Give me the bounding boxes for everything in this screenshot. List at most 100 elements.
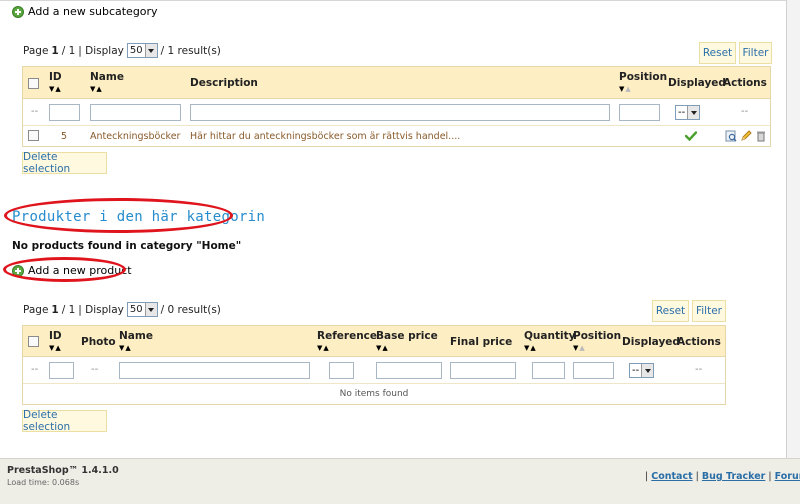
id-filter-input[interactable]	[49, 362, 74, 379]
per-page-value: 50	[129, 45, 143, 56]
subcategory-pager: Page 1 / 1 | Display 50 / 1 result(s)	[23, 43, 221, 58]
filter-placeholder: --	[31, 106, 39, 117]
sort-arrows-icon[interactable]: ▼▲	[524, 344, 537, 352]
checkmark-icon[interactable]	[685, 131, 697, 141]
add-subcategory-label: Add a new subcategory	[28, 5, 158, 18]
displayed-filter-value: --	[678, 107, 686, 118]
pager-page-label: Page	[23, 44, 49, 57]
pager-page-number: 1	[51, 44, 59, 57]
filter-button[interactable]: Filter	[739, 42, 772, 64]
delete-selection-button[interactable]: Delete selection	[22, 151, 107, 175]
footer-load-time: Load time: 0.068s	[7, 478, 80, 487]
footer-separator: |	[768, 471, 772, 482]
pager-page-number: 1	[51, 303, 59, 316]
sort-arrows-icon[interactable]: ▼▲	[49, 85, 62, 93]
reset-button[interactable]: Reset	[699, 42, 736, 64]
reference-filter-input[interactable]	[329, 362, 354, 379]
pager-page-total: / 1	[61, 303, 76, 316]
col-photo: Photo	[81, 336, 116, 348]
chevron-down-icon	[641, 364, 654, 377]
contact-link[interactable]: Contact	[651, 471, 692, 482]
filter-placeholder: --	[31, 364, 39, 375]
filter-row: -- -- -- --	[23, 357, 725, 384]
pager-page-label: Page	[23, 303, 49, 316]
displayed-filter-value: --	[632, 365, 640, 376]
filter-placeholder: --	[741, 106, 749, 117]
sort-arrows-icon[interactable]: ▼▲	[376, 344, 389, 352]
id-filter-input[interactable]	[49, 104, 80, 121]
annotation-circle	[3, 257, 126, 282]
chevron-down-icon	[144, 44, 157, 57]
footer-brand: PrestaShop™ 1.4.1.0	[7, 465, 119, 476]
table-row[interactable]: 5 Anteckningsböcker Här hittar du anteck…	[23, 126, 770, 146]
reset-button[interactable]: Reset	[652, 300, 689, 322]
footer-links: | Contact | Bug Tracker | Forum	[645, 471, 800, 482]
base-price-filter-input[interactable]	[376, 362, 442, 379]
per-page-select[interactable]: 50	[126, 302, 158, 317]
delete-selection-button[interactable]: Delete selection	[22, 409, 107, 433]
empty-products-message: No products found in category "Home"	[12, 240, 242, 252]
bug-tracker-link[interactable]: Bug Tracker	[702, 471, 765, 482]
col-final-price: Final price	[450, 336, 513, 348]
add-subcategory-link[interactable]: Add a new subcategory	[12, 5, 158, 18]
sort-arrows-icon[interactable]: ▼▲	[49, 344, 62, 352]
displayed-filter-select[interactable]: --	[675, 105, 701, 120]
filter-row: -- -- --	[23, 99, 770, 126]
final-price-filter-input[interactable]	[450, 362, 516, 379]
select-all-checkbox[interactable]	[28, 78, 39, 89]
position-filter-input[interactable]	[619, 104, 660, 121]
products-table: ID ▼▲ Photo Name ▼▲ Reference ▼▲ Base pr…	[22, 325, 726, 405]
col-description: Description	[190, 77, 258, 89]
row-description: Här hittar du anteckningsböcker som är r…	[190, 131, 461, 142]
pager-page-total: / 1	[61, 44, 76, 57]
forum-link[interactable]: Forum	[775, 471, 800, 482]
pager-results: / 1 result(s)	[160, 44, 221, 57]
row-id: 5	[61, 131, 68, 142]
products-pager: Page 1 / 1 | Display 50 / 0 result(s)	[23, 302, 221, 317]
footer-separator: |	[695, 471, 699, 482]
sort-arrows-icon[interactable]: ▼▲	[317, 344, 330, 352]
col-name: Name	[119, 330, 153, 342]
per-page-value: 50	[129, 304, 143, 315]
per-page-select[interactable]: 50	[126, 43, 158, 58]
col-displayed: Displayed	[622, 336, 680, 348]
top-divider	[0, 0, 787, 1]
sort-arrows-icon[interactable]: ▼▲	[573, 344, 586, 352]
select-all-checkbox[interactable]	[28, 336, 39, 347]
table-header: ID ▼▲ Name ▼▲ Description Position ▼▲ Di…	[23, 67, 770, 99]
name-filter-input[interactable]	[90, 104, 181, 121]
chevron-down-icon	[144, 303, 157, 316]
description-filter-input[interactable]	[190, 104, 610, 121]
sort-arrows-icon[interactable]: ▼▲	[119, 344, 132, 352]
col-actions: Actions	[677, 336, 721, 348]
name-filter-input[interactable]	[119, 362, 310, 379]
sort-arrows-icon[interactable]: ▼▲	[90, 85, 103, 93]
subcategory-table: ID ▼▲ Name ▼▲ Description Position ▼▲ Di…	[22, 66, 771, 147]
no-items-message: No items found	[339, 389, 409, 399]
row-checkbox[interactable]	[28, 130, 39, 141]
col-quantity: Quantity	[524, 330, 576, 342]
footer: PrestaShop™ 1.4.1.0 Load time: 0.068s | …	[0, 458, 800, 504]
quantity-filter-input[interactable]	[532, 362, 565, 379]
pager-results: / 0 result(s)	[160, 303, 221, 316]
annotation-circle	[4, 198, 233, 233]
col-position: Position	[573, 330, 622, 342]
filter-button[interactable]: Filter	[692, 300, 726, 322]
view-icon[interactable]	[725, 130, 737, 142]
table-header: ID ▼▲ Photo Name ▼▲ Reference ▼▲ Base pr…	[23, 326, 725, 357]
trash-icon[interactable]	[755, 130, 767, 142]
col-id: ID	[49, 71, 62, 83]
row-name[interactable]: Anteckningsböcker	[90, 131, 180, 142]
footer-separator: |	[645, 471, 649, 482]
col-position: Position	[619, 71, 668, 83]
col-id: ID	[49, 330, 62, 342]
displayed-filter-select[interactable]: --	[629, 363, 655, 378]
edit-pencil-icon[interactable]	[740, 130, 752, 142]
chevron-down-icon	[687, 106, 700, 119]
filter-placeholder: --	[91, 364, 99, 375]
page-scrollbar[interactable]	[787, 0, 800, 458]
pager-display-label: | Display	[78, 303, 124, 316]
position-filter-input[interactable]	[573, 362, 614, 379]
sort-arrows-icon[interactable]: ▼▲	[619, 85, 632, 93]
col-name: Name	[90, 71, 124, 83]
